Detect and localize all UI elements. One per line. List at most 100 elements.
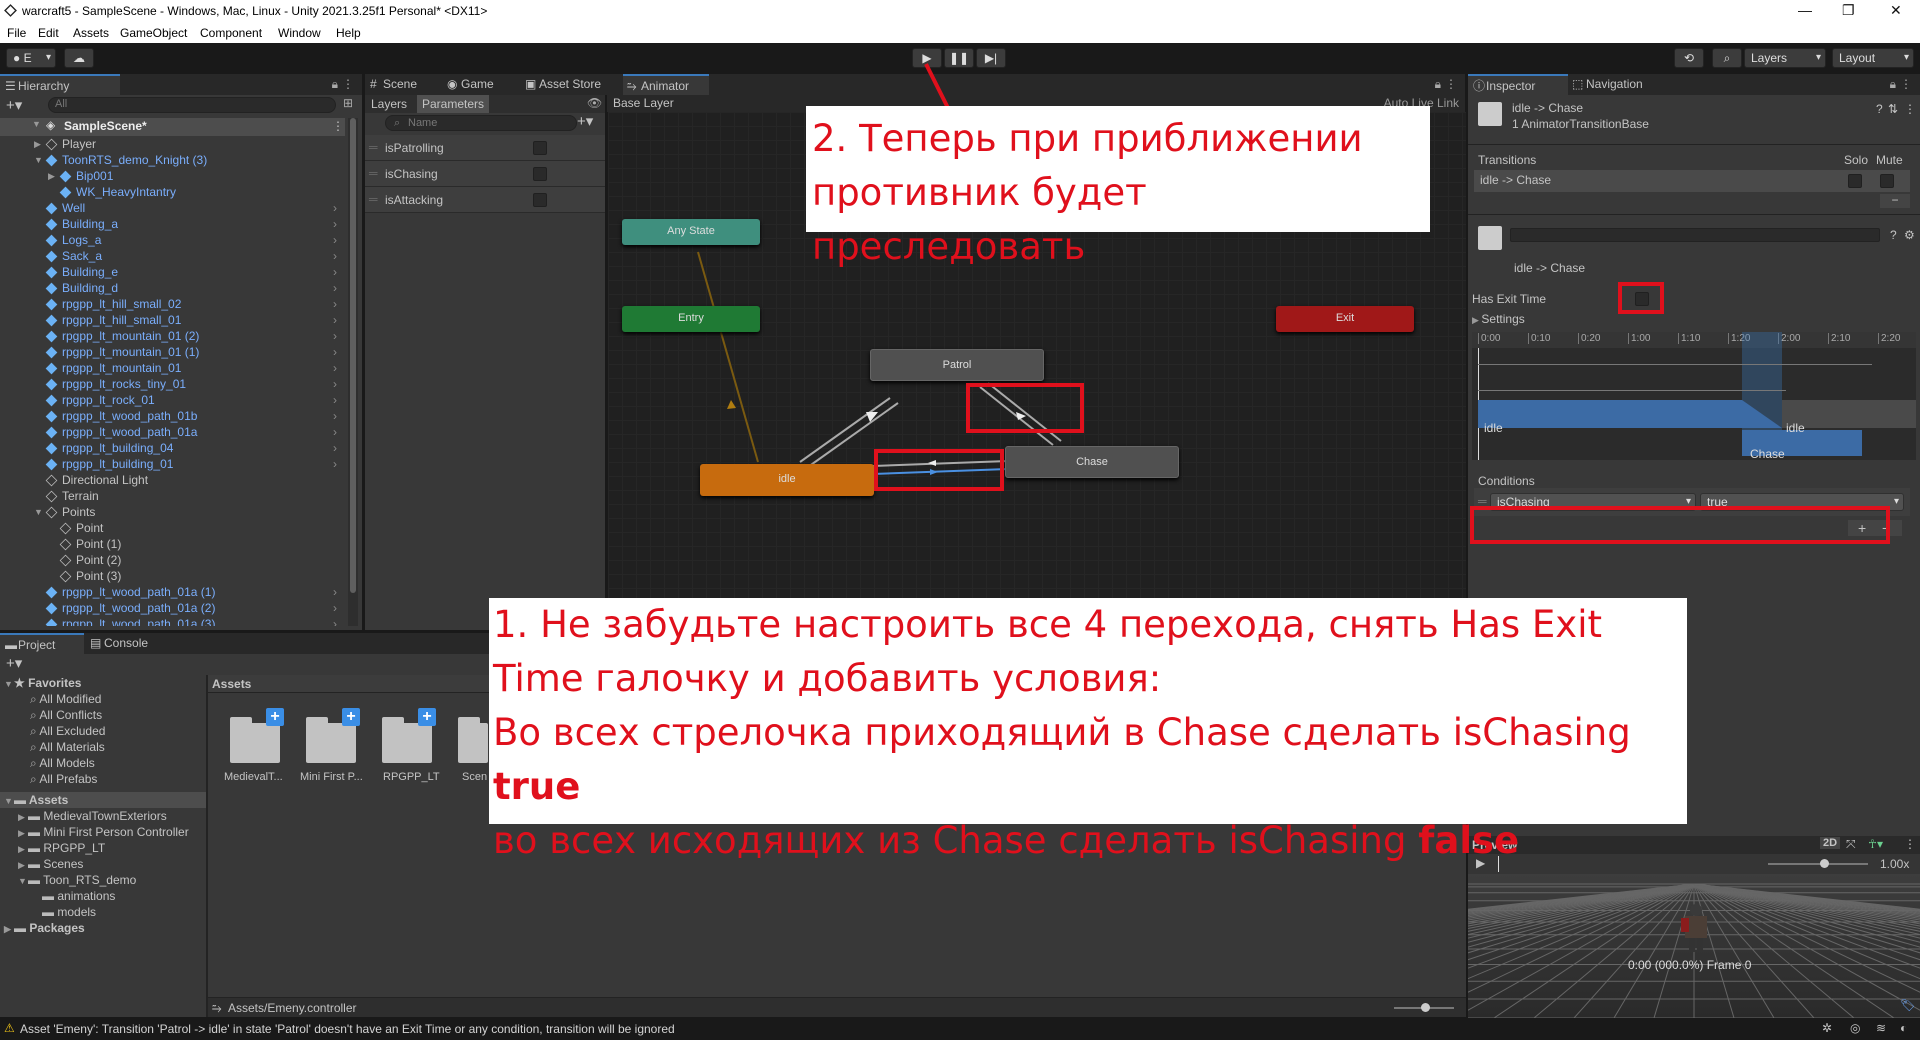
expand-icon[interactable]: ▶ <box>18 841 28 857</box>
expand-icon[interactable]: ▶ <box>18 857 28 873</box>
asset-label-icon[interactable]: 🏷︎ <box>1900 998 1915 1012</box>
expand-icon[interactable]: ▶ <box>34 136 44 152</box>
pivot-icon[interactable]: ⤧ <box>1846 837 1856 852</box>
chevron-right-icon[interactable]: › <box>333 440 337 456</box>
chevron-right-icon[interactable]: › <box>333 424 337 440</box>
hierarchy-item[interactable]: rpgpp_lt_wood_path_01a (2) › <box>0 600 345 616</box>
packages-header[interactable]: ▶ ▬ Packages <box>4 920 85 936</box>
exit-node[interactable]: Exit <box>1276 306 1414 332</box>
menu-component[interactable]: Component <box>200 26 262 40</box>
cache-icon[interactable]: ≋ <box>1876 1021 1886 1035</box>
hierarchy-item[interactable]: Well › <box>0 200 345 216</box>
hierarchy-item[interactable]: Point (1) <box>0 536 345 552</box>
preview-2d-toggle[interactable]: 2D <box>1820 837 1841 849</box>
favorite-item[interactable]: ⌕ All Models <box>30 755 95 771</box>
menu-gameobject[interactable]: GameObject <box>120 26 187 40</box>
transition-list-item[interactable]: idle -> Chase <box>1474 170 1910 192</box>
hierarchy-scroll-thumb[interactable] <box>350 118 356 593</box>
expand-icon[interactable]: ▼ <box>34 152 44 168</box>
gear-icon[interactable]: ⚙ <box>1904 228 1915 242</box>
folder-mini-first-person[interactable] <box>306 717 356 763</box>
settings-foldout[interactable]: ▶ Settings <box>1472 312 1525 326</box>
favorite-item[interactable]: ⌕ All Materials <box>30 739 105 755</box>
hierarchy-item[interactable]: Building_d › <box>0 280 345 296</box>
hierarchy-item[interactable]: ▶ Bip001 <box>0 168 345 184</box>
hierarchy-search-input[interactable]: All <box>48 97 336 113</box>
hierarchy-scrollbar[interactable] <box>348 118 358 626</box>
scene-menu-icon[interactable]: ⋮ <box>332 119 344 133</box>
hierarchy-item[interactable]: Directional Light <box>0 472 345 488</box>
layers-dropdown[interactable]: Layers <box>1744 48 1826 68</box>
favorite-item[interactable]: ⌕ All Prefabs <box>30 771 97 787</box>
tab-asset-store[interactable]: ▣ Asset Store <box>521 74 619 95</box>
hierarchy-item[interactable]: ▶ Player <box>0 136 345 152</box>
progress-icon[interactable]: ◎ <box>1850 1021 1860 1035</box>
project-splitter[interactable] <box>206 675 208 1017</box>
icon-size-slider-thumb[interactable] <box>1421 1003 1430 1012</box>
step-button[interactable]: ▶| <box>976 48 1006 68</box>
asset-folder-item[interactable]: ▶ ▬ Scenes <box>18 856 83 872</box>
hierarchy-item[interactable]: Point (3) <box>0 568 345 584</box>
transition-name-field[interactable] <box>1510 228 1880 242</box>
history-icon[interactable]: ⟲ <box>1674 48 1704 68</box>
animator-lock-icon[interactable]: 🔒︎ <box>1435 77 1441 92</box>
hierarchy-item[interactable]: rpgpp_lt_wood_path_01a › <box>0 424 345 440</box>
chevron-right-icon[interactable]: › <box>333 616 337 626</box>
asset-folder-item[interactable]: ▶ ▬ MedievalTownExteriors <box>18 808 167 824</box>
cloud-icon[interactable]: ☁ <box>64 48 94 68</box>
favorites-header[interactable]: ▼★ Favorites <box>4 675 81 691</box>
folder-scenes[interactable] <box>458 717 488 763</box>
expand-icon[interactable]: ▶ <box>48 168 58 184</box>
expand-icon[interactable]: ▼ <box>4 793 14 809</box>
hierarchy-item[interactable]: Point <box>0 520 345 536</box>
folder-rpgpp-lt[interactable] <box>382 717 432 763</box>
chevron-right-icon[interactable]: › <box>333 312 337 328</box>
hierarchy-item[interactable]: Building_a › <box>0 216 345 232</box>
menu-file[interactable]: File <box>7 26 26 40</box>
chevron-right-icon[interactable]: › <box>333 360 337 376</box>
chevron-right-icon[interactable]: › <box>333 264 337 280</box>
parameter-row[interactable]: ═ isAttacking <box>365 187 605 213</box>
parameter-row[interactable]: ═ isPatrolling <box>365 135 605 161</box>
parameter-checkbox[interactable] <box>533 141 547 155</box>
scene-filter-icon[interactable]: ⊞ <box>343 96 353 110</box>
close-icon[interactable]: ✕ <box>1890 2 1902 19</box>
folder-medievaltown[interactable] <box>230 717 280 763</box>
chevron-right-icon[interactable]: › <box>333 392 337 408</box>
hierarchy-item[interactable]: rpgpp_lt_wood_path_01b › <box>0 408 345 424</box>
expand-icon[interactable]: ▶ <box>18 825 28 841</box>
asset-folder-item[interactable]: ▼▬ Toon_RTS_demo <box>18 872 136 888</box>
inspector-menu-icon[interactable]: ⋮ <box>1900 77 1912 91</box>
chevron-right-icon[interactable]: › <box>333 216 337 232</box>
idle-source-track[interactable] <box>1478 400 1782 428</box>
help-icon[interactable]: ? <box>1876 102 1883 116</box>
transition-timeline[interactable]: 0:00 0:10 0:20 1:00 1:10 1:20 2:00 2:10 2:20 idl… <box>1472 332 1916 461</box>
menu-assets[interactable]: Assets <box>73 26 109 40</box>
hierarchy-item[interactable]: Building_e › <box>0 264 345 280</box>
hierarchy-item[interactable]: Logs_a › <box>0 232 345 248</box>
favorite-item[interactable]: ⌕ All Excluded <box>30 723 105 739</box>
preview-speed-slider[interactable] <box>1768 863 1868 865</box>
hierarchy-item[interactable]: rpgpp_lt_hill_small_01 › <box>0 312 345 328</box>
add-icon[interactable]: +▾ <box>6 96 22 114</box>
tab-navigation[interactable]: ⬚ Navigation <box>1568 74 1668 95</box>
drag-handle-icon[interactable]: ═ <box>369 140 378 154</box>
assets-header[interactable]: ▼▬ Assets <box>0 792 206 808</box>
expand-icon[interactable]: ▶ <box>4 921 14 937</box>
tab-project[interactable]: ▬ Project <box>0 633 84 654</box>
hierarchy-item[interactable]: rpgpp_lt_rock_01 › <box>0 392 345 408</box>
expand-icon[interactable]: ▼ <box>18 873 28 889</box>
parameter-checkbox[interactable] <box>533 193 547 207</box>
animator-menu-icon[interactable]: ⋮ <box>1445 77 1457 91</box>
chevron-right-icon[interactable]: › <box>333 232 337 248</box>
layers-tab[interactable]: Layers <box>371 97 407 111</box>
drag-handle-icon[interactable]: ═ <box>369 166 378 180</box>
hierarchy-item[interactable]: Point (2) <box>0 552 345 568</box>
chase-node[interactable]: Chase <box>1005 446 1179 478</box>
parameter-search-input[interactable]: ⌕ Name <box>385 115 577 131</box>
chevron-right-icon[interactable]: › <box>333 600 337 616</box>
parameters-tab[interactable]: Parameters <box>417 95 490 113</box>
chevron-right-icon[interactable]: › <box>333 408 337 424</box>
hierarchy-item[interactable]: Sack_a › <box>0 248 345 264</box>
hierarchy-item[interactable]: Terrain <box>0 488 345 504</box>
